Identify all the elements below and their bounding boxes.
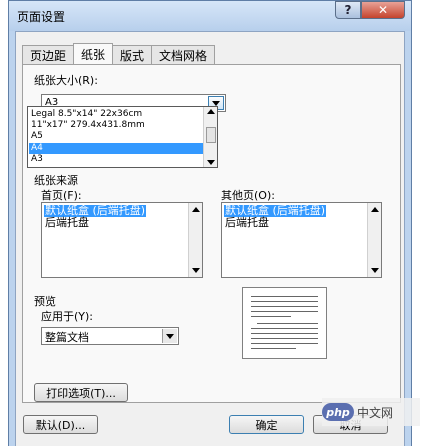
scroll-up-icon[interactable] [207, 109, 215, 114]
paper-size-scrollbar[interactable] [203, 107, 217, 167]
preview-line [251, 338, 318, 339]
scroll-thumb[interactable] [206, 127, 216, 143]
list-item[interactable]: A3 [29, 154, 203, 165]
apply-to-label: 应用于(Y): [41, 310, 94, 323]
list-item[interactable]: Legal 8.5"x14" 22x36cm [29, 109, 203, 120]
preview-line [251, 316, 291, 317]
preview-line [251, 296, 318, 297]
paper-size-label: 纸张大小(R): [34, 74, 98, 87]
default-button[interactable]: 默认(D)... [23, 415, 98, 434]
tab-paper[interactable]: 纸张 [73, 43, 114, 64]
tab-layout[interactable]: 版式 [112, 45, 153, 64]
ok-button[interactable]: 确定 [229, 415, 304, 434]
preview-line [257, 323, 318, 324]
list-item[interactable]: A5 [29, 131, 203, 142]
page-setup-dialog: 页面设置 ? ✕ 页边距 纸张 版式 文档网格 纸张大小(R): A3 纸张来源… [8, 0, 412, 446]
chevron-down-icon [212, 100, 220, 106]
other-pages-label: 其他页(O): [221, 189, 275, 202]
php-logo-icon: php [322, 403, 354, 421]
title-bar: 页面设置 ? ✕ [9, 1, 411, 31]
close-button[interactable]: ✕ [361, 1, 405, 19]
paper-source-label: 纸张来源 [34, 174, 78, 187]
preview-line [251, 348, 296, 349]
other-pages-scrollbar[interactable] [367, 203, 381, 277]
tab-margins[interactable]: 页边距 [22, 45, 75, 64]
first-page-label: 首页(F): [41, 189, 82, 202]
preview-line [251, 306, 318, 307]
title-buttons: ? ✕ [335, 1, 405, 19]
dialog-title: 页面设置 [17, 10, 66, 24]
print-options-button[interactable]: 打印选项(T)... [34, 383, 128, 402]
other-pages-list[interactable]: 默认纸盒 (后端托盘) 后端托盘 [221, 202, 382, 278]
first-page-scrollbar[interactable] [188, 203, 202, 277]
watermark-text: 中文网 [357, 405, 394, 420]
apply-to-value: 整篇文档 [45, 331, 89, 344]
paper-size-dropdown-list[interactable]: Legal 8.5"x14" 22x36cm 11"x17" 279.4x431… [27, 106, 218, 168]
list-item[interactable]: 后端托盘 [44, 217, 90, 229]
preview-line [251, 343, 318, 344]
dialog-content: 页边距 纸张 版式 文档网格 纸张大小(R): A3 纸张来源 首页(F): 默… [15, 31, 405, 446]
preview-label: 预览 [34, 295, 56, 308]
watermark: php 中文网 [322, 398, 420, 426]
preview-line [251, 311, 318, 312]
scroll-down-icon[interactable] [207, 160, 215, 165]
preview-line [251, 328, 318, 329]
help-icon: ? [344, 3, 352, 17]
tab-document-grid[interactable]: 文档网格 [151, 45, 216, 64]
preview-line [251, 333, 318, 334]
scroll-up-icon[interactable] [371, 207, 379, 212]
help-button[interactable]: ? [335, 1, 361, 19]
apply-to-combo[interactable]: 整篇文档 [41, 327, 179, 345]
list-item[interactable]: 后端托盘 [224, 217, 270, 229]
first-page-list[interactable]: 默认纸盒 (后端托盘) 后端托盘 [41, 202, 203, 278]
scroll-down-icon[interactable] [371, 268, 379, 273]
apply-to-dropdown-button[interactable] [162, 329, 177, 343]
scroll-up-icon[interactable] [192, 207, 200, 212]
page-preview [242, 287, 327, 359]
chevron-down-icon [166, 333, 174, 339]
list-item[interactable]: 11"x17" 279.4x431.8mm [29, 120, 203, 131]
tab-bar: 页边距 纸张 版式 文档网格 [22, 43, 216, 64]
close-icon: ✕ [377, 3, 389, 17]
scroll-down-icon[interactable] [192, 268, 200, 273]
list-item-selected[interactable]: A4 [29, 143, 203, 154]
preview-line [251, 301, 318, 302]
